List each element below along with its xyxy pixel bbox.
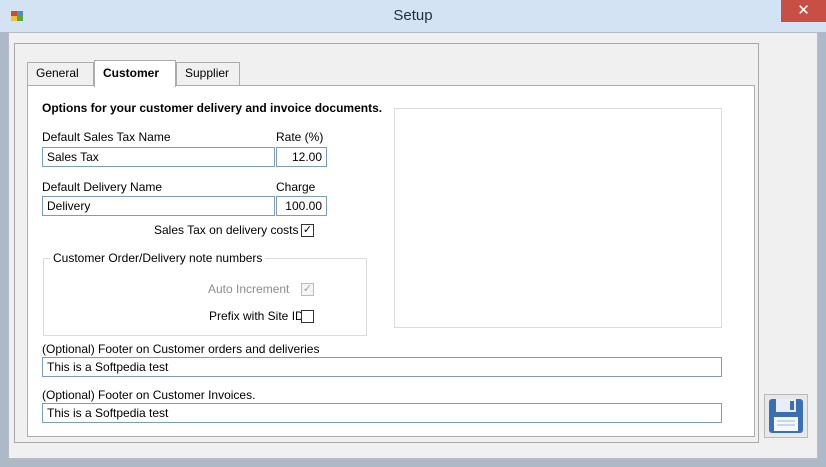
preview-area — [394, 108, 722, 328]
close-icon: ✕ — [797, 2, 810, 19]
floppy-disk-icon — [769, 399, 803, 433]
tab-strip: General Customer Supplier — [15, 60, 755, 87]
auto-increment-checkbox[interactable]: ✓ — [301, 283, 314, 296]
sales-tax-name-label: Default Sales Tax Name — [42, 130, 171, 144]
delivery-name-label: Default Delivery Name — [42, 180, 163, 194]
delivery-name-input[interactable] — [42, 196, 275, 216]
window-title: Setup — [393, 7, 433, 24]
customer-options-heading: Options for your customer delivery and i… — [42, 101, 383, 115]
sales-tax-name-input[interactable] — [42, 147, 275, 167]
tax-on-delivery-label: Sales Tax on delivery costs ? — [154, 223, 309, 237]
close-button[interactable]: ✕ — [781, 0, 826, 22]
checkmark-icon: ✓ — [302, 283, 313, 295]
prefix-site-checkbox[interactable] — [301, 310, 314, 323]
client-area: General Customer Supplier Options for yo… — [8, 32, 818, 459]
footer-orders-label: (Optional) Footer on Customer orders and… — [42, 342, 320, 356]
prefix-site-label: Prefix with Site ID — [209, 309, 304, 323]
customer-tab-panel: Options for your customer delivery and i… — [27, 85, 755, 437]
tab-supplier[interactable]: Supplier — [176, 62, 240, 85]
tax-on-delivery-checkbox[interactable]: ✓ — [301, 224, 314, 237]
rate-input[interactable] — [276, 147, 327, 167]
footer-orders-input[interactable] — [42, 357, 722, 377]
footer-invoices-label: (Optional) Footer on Customer Invoices. — [42, 388, 256, 402]
auto-increment-label: Auto Increment — [208, 282, 290, 296]
checkmark-icon: ✓ — [302, 224, 313, 236]
settings-frame: General Customer Supplier Options for yo… — [14, 43, 759, 443]
charge-label: Charge — [276, 180, 316, 194]
charge-input[interactable] — [276, 196, 327, 216]
order-numbers-group-title: Customer Order/Delivery note numbers — [50, 251, 266, 265]
order-numbers-group: Customer Order/Delivery note numbers Aut… — [43, 251, 367, 336]
footer-invoices-input[interactable] — [42, 403, 722, 423]
rate-label: Rate (%) — [276, 130, 324, 144]
title-bar: Setup ✕ — [0, 0, 826, 32]
tab-customer[interactable]: Customer — [94, 60, 176, 87]
tab-general[interactable]: General — [27, 62, 94, 85]
save-button[interactable] — [764, 394, 808, 438]
